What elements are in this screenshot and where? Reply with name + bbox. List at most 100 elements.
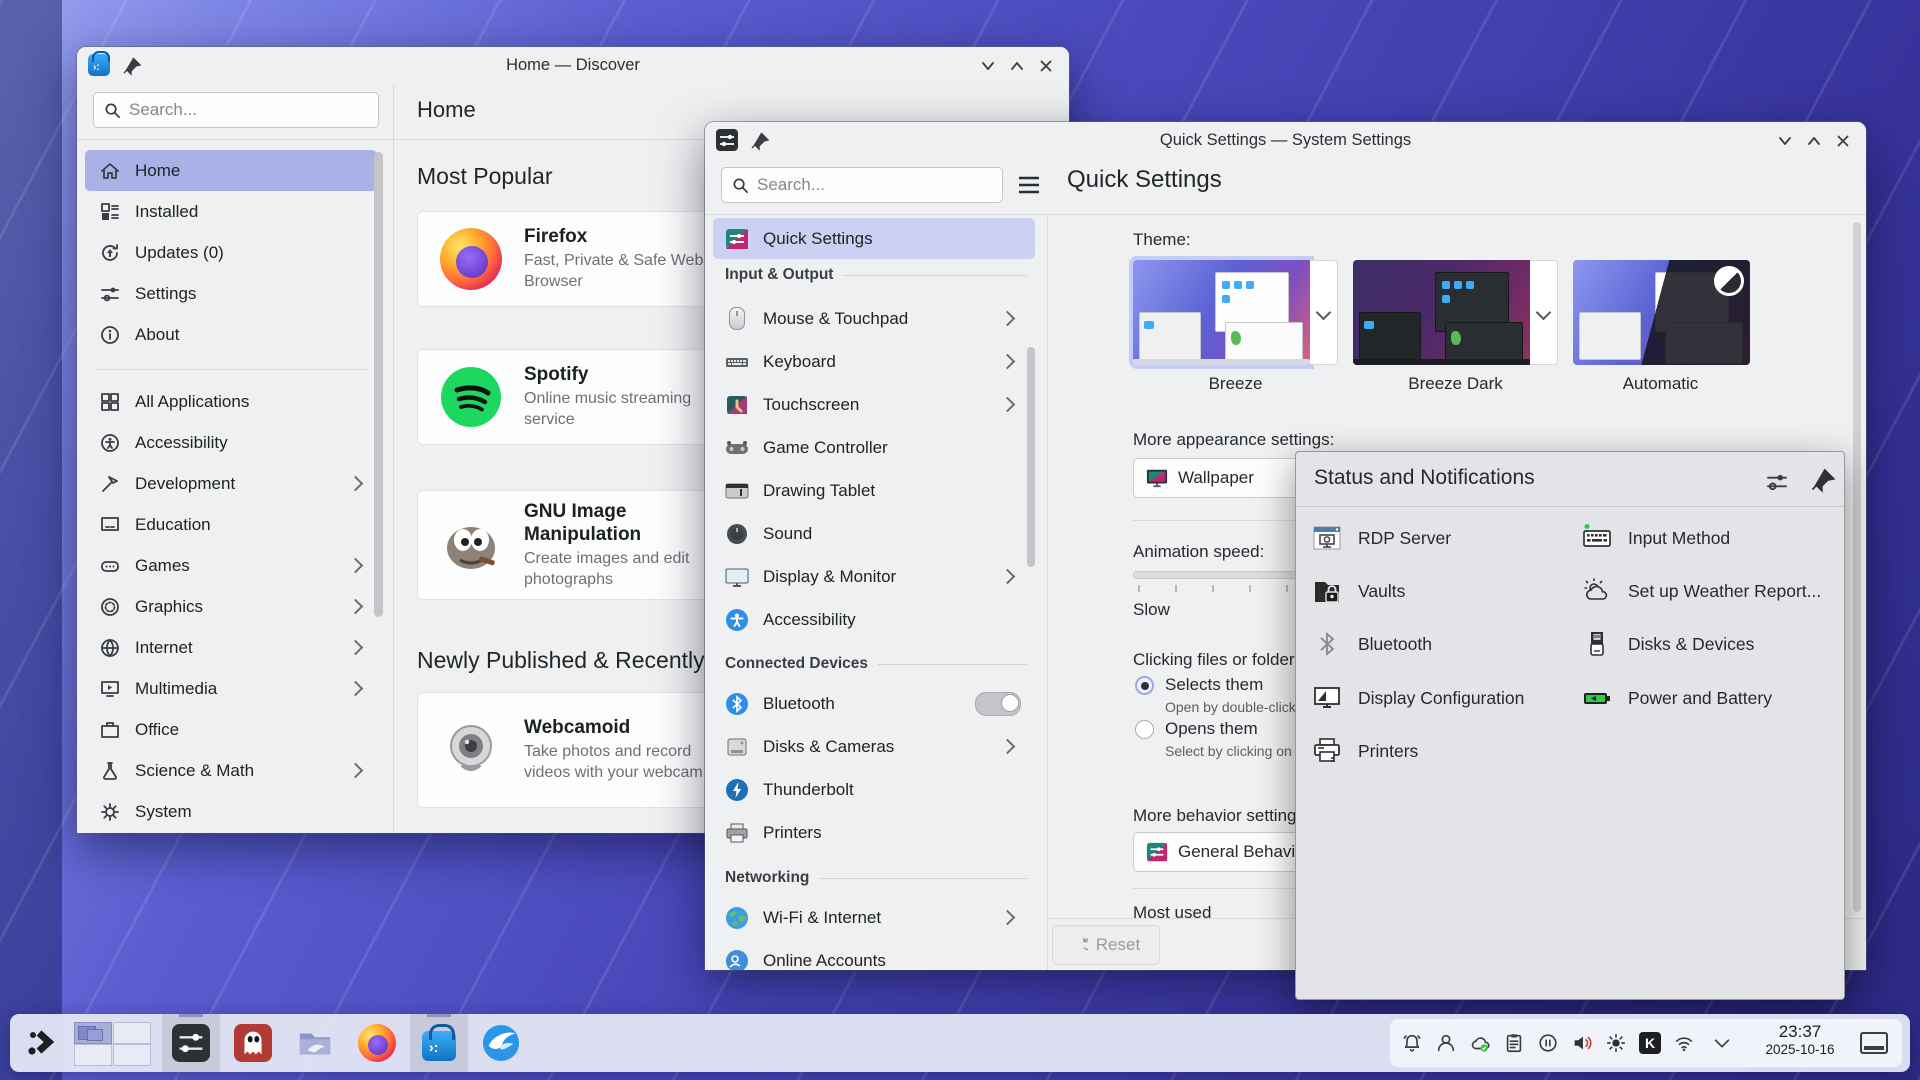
close-button[interactable] <box>1831 129 1854 152</box>
hamburger-menu-icon[interactable] <box>1017 174 1041 196</box>
popup-item-power-battery[interactable]: Power and Battery <box>1582 680 1772 716</box>
globe-icon <box>725 906 749 930</box>
thunderbolt-icon <box>725 778 749 802</box>
sidebar-item-accessibility[interactable]: Accessibility <box>85 422 377 463</box>
sidebar-item-printers[interactable]: Printers <box>713 812 1035 853</box>
popup-item-display-configuration[interactable]: Display Configuration <box>1312 680 1524 716</box>
sidebar-item-home[interactable]: Home <box>85 150 377 191</box>
pager-desktop-2[interactable] <box>113 1022 151 1044</box>
popup-item-disks-devices[interactable]: Disks & Devices <box>1582 626 1754 662</box>
sidebar-item-settings[interactable]: Settings <box>85 273 377 314</box>
task-dolphin[interactable] <box>286 1014 344 1072</box>
radio-selects-them[interactable] <box>1135 676 1154 695</box>
sidebar-item-bluetooth[interactable]: Bluetooth <box>713 683 1035 724</box>
digital-clock[interactable]: 23:37 2025-10-16 <box>1752 1022 1848 1057</box>
sidebar-item-keyboard[interactable]: Keyboard <box>713 341 1035 382</box>
close-button[interactable] <box>1034 54 1057 77</box>
section-heading: Most Popular <box>417 163 553 190</box>
popup-item-rdp-server[interactable]: RDP Server <box>1312 520 1451 556</box>
media-pause-icon[interactable] <box>1536 1031 1560 1055</box>
wifi-icon[interactable] <box>1672 1031 1696 1055</box>
theme-breeze-dark-dropdown[interactable] <box>1530 260 1558 365</box>
sidebar-item-game-controller[interactable]: Game Controller <box>713 427 1035 468</box>
sidebar-item-about[interactable]: About <box>85 314 377 355</box>
sidebar-item-disks-cameras[interactable]: Disks & Cameras <box>713 726 1035 767</box>
theme-option-automatic[interactable] <box>1573 260 1750 365</box>
sidebar-item-multimedia[interactable]: Multimedia <box>85 668 377 709</box>
user-icon[interactable] <box>1434 1031 1458 1055</box>
task-system-settings[interactable] <box>162 1014 220 1072</box>
kde-k-icon[interactable]: K <box>1638 1031 1662 1055</box>
radio-opens-them[interactable] <box>1135 720 1154 739</box>
popup-item-input-method[interactable]: Input Method <box>1582 520 1730 556</box>
bluetooth-toggle[interactable] <box>975 692 1021 716</box>
popup-item-printers[interactable]: Printers <box>1312 733 1418 769</box>
sidebar-item-office[interactable]: Office <box>85 709 377 750</box>
sidebar-item-graphics[interactable]: Graphics <box>85 586 377 627</box>
sidebar-item-science-math[interactable]: Science & Math <box>85 750 377 791</box>
chevron-right-icon <box>1000 354 1016 370</box>
settings-content-scrollbar[interactable] <box>1853 222 1861 912</box>
app-launcher-button[interactable] <box>18 1014 68 1072</box>
task-ghostwriter[interactable] <box>224 1014 282 1072</box>
volume-icon[interactable] <box>1570 1031 1594 1055</box>
mouse-icon <box>725 307 749 331</box>
cloud-sync-icon[interactable] <box>1468 1031 1492 1055</box>
reset-button[interactable]: Reset <box>1052 925 1160 965</box>
theme-option-breeze-dark[interactable] <box>1353 260 1530 365</box>
popup-item-vaults[interactable]: Vaults <box>1312 573 1405 609</box>
sidebar-item-all-applications[interactable]: All Applications <box>85 381 377 422</box>
sidebar-item-games[interactable]: Games <box>85 545 377 586</box>
theme-breeze-dropdown[interactable] <box>1310 260 1338 365</box>
settings-search-input[interactable]: Search... <box>721 167 1003 203</box>
task-discover[interactable]: ›: <box>410 1014 468 1072</box>
popup-item-label: Bluetooth <box>1358 634 1432 655</box>
sidebar-item-accessibility[interactable]: Accessibility <box>713 599 1035 640</box>
task-falkon[interactable] <box>472 1014 530 1072</box>
show-desktop-button[interactable] <box>1860 1032 1888 1054</box>
pager-widget[interactable] <box>74 1022 150 1064</box>
tray-expander-icon[interactable] <box>1710 1031 1734 1055</box>
pager-desktop-4[interactable] <box>113 1044 151 1066</box>
pin-icon[interactable] <box>1810 467 1836 493</box>
sidebar-item-mouse-touchpad[interactable]: Mouse & Touchpad <box>713 298 1035 339</box>
maximize-button[interactable] <box>1005 54 1028 77</box>
minimize-button[interactable] <box>1773 129 1796 152</box>
settings-titlebar[interactable]: Quick Settings — System Settings <box>705 122 1866 159</box>
keyboard-icon <box>725 350 749 374</box>
nav-label: Home <box>135 161 180 181</box>
chevron-right-icon <box>1000 910 1016 926</box>
sidebar-item-online-accounts[interactable]: Online Accounts <box>713 940 1035 970</box>
pager-desktop-3[interactable] <box>74 1044 112 1066</box>
popup-item-bluetooth[interactable]: Bluetooth <box>1312 626 1432 662</box>
sidebar-item-sound[interactable]: Sound <box>713 513 1035 554</box>
sidebar-item-drawing-tablet[interactable]: Drawing Tablet <box>713 470 1035 511</box>
settings-sidebar-scrollbar[interactable] <box>1027 347 1035 567</box>
task-firefox[interactable] <box>348 1014 406 1072</box>
online-accounts-icon <box>725 949 749 971</box>
nav-label: Graphics <box>135 597 203 617</box>
sidebar-scrollbar[interactable] <box>374 152 383 617</box>
sidebar-item-installed[interactable]: Installed <box>85 191 377 232</box>
sidebar-item-development[interactable]: Development <box>85 463 377 504</box>
maximize-button[interactable] <box>1802 129 1825 152</box>
sidebar-item-updates[interactable]: Updates (0) <box>85 232 377 273</box>
configure-icon[interactable] <box>1764 469 1790 495</box>
popup-item-weather[interactable]: Set up Weather Report... <box>1582 573 1821 609</box>
discover-search-input[interactable]: Search... <box>93 92 379 128</box>
sidebar-item-system[interactable]: System <box>85 791 377 832</box>
sidebar-item-touchscreen[interactable]: Touchscreen <box>713 384 1035 425</box>
sidebar-item-internet[interactable]: Internet <box>85 627 377 668</box>
sidebar-item-education[interactable]: Education <box>85 504 377 545</box>
sidebar-item-quick-settings[interactable]: Quick Settings <box>713 218 1035 259</box>
discover-titlebar[interactable]: ›: Home — Discover <box>77 47 1069 84</box>
clipboard-icon[interactable] <box>1502 1031 1526 1055</box>
sidebar-item-thunderbolt[interactable]: Thunderbolt <box>713 769 1035 810</box>
sidebar-item-display-monitor[interactable]: Display & Monitor <box>713 556 1035 597</box>
pager-desktop-1[interactable] <box>74 1022 112 1044</box>
notifications-bell-icon[interactable] <box>1400 1031 1424 1055</box>
brightness-icon[interactable] <box>1604 1031 1628 1055</box>
theme-option-breeze[interactable] <box>1133 260 1310 365</box>
minimize-button[interactable] <box>976 54 999 77</box>
sidebar-item-wifi-internet[interactable]: Wi-Fi & Internet <box>713 897 1035 938</box>
